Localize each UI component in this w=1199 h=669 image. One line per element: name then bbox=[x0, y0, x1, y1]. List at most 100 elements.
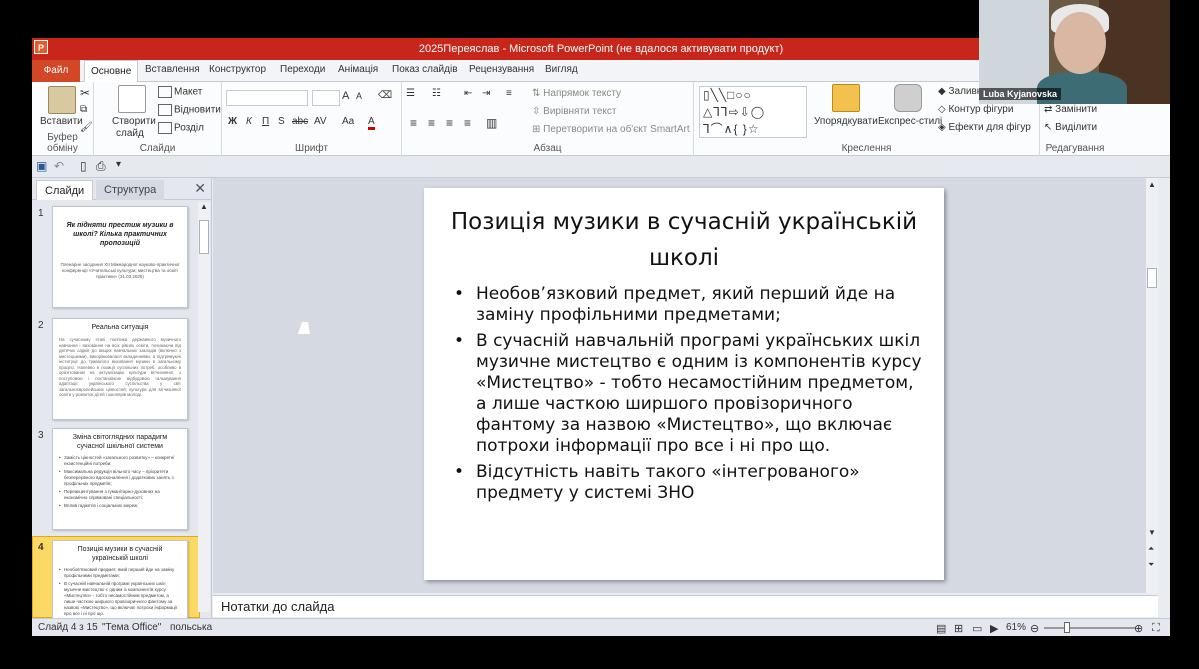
shape-effects-button[interactable]: ◈ Ефекти для фігур bbox=[938, 122, 1031, 133]
reading-view-icon[interactable]: ▭ bbox=[972, 622, 982, 635]
tab-slideshow[interactable]: Показ слайдів bbox=[392, 64, 458, 75]
clear-format-icon[interactable]: ⌫ bbox=[378, 90, 392, 101]
bullets-icon[interactable]: ☰ bbox=[406, 88, 415, 99]
previous-slide-icon[interactable]: ⏶ bbox=[1148, 544, 1154, 554]
zoom-level[interactable]: 61% bbox=[1006, 622, 1026, 633]
undo-icon[interactable]: ↶ bbox=[54, 159, 64, 173]
new-slide-button-line1[interactable]: Створити bbox=[112, 116, 156, 127]
tab-animations[interactable]: Анімація bbox=[338, 64, 378, 75]
thumbnail-bullet: Переакцентування з гуманітарно-духовних … bbox=[59, 489, 181, 501]
tab-transitions[interactable]: Переходи bbox=[280, 64, 325, 75]
thumbnail-bullets: Необов'язковий предмет, який перший йде … bbox=[59, 567, 181, 617]
save-icon[interactable]: ▣ bbox=[36, 159, 47, 173]
reset-button[interactable]: Відновити bbox=[158, 104, 221, 116]
quick-styles-button[interactable]: Експрес-стилі bbox=[878, 116, 942, 127]
shape-outline-button[interactable]: ◇ Контур фігури bbox=[938, 104, 1013, 115]
language-indicator[interactable]: польська bbox=[170, 622, 212, 633]
font-color-button[interactable]: A bbox=[368, 116, 375, 130]
align-center-icon[interactable]: ≡ bbox=[428, 116, 435, 130]
align-text-button[interactable]: ⇳ Вирівняти текст bbox=[532, 106, 617, 117]
copy-icon[interactable]: ⧉ bbox=[80, 104, 87, 115]
thumbnails-scrollbar[interactable]: ▲ bbox=[198, 202, 210, 612]
align-left-icon[interactable]: ≡ bbox=[410, 116, 417, 130]
decrease-indent-icon[interactable]: ⇤ bbox=[464, 88, 472, 99]
tab-insert[interactable]: Вставлення bbox=[145, 64, 200, 75]
char-spacing-button[interactable]: AV bbox=[314, 116, 327, 127]
fit-to-window-icon[interactable]: ⛶ bbox=[1152, 622, 1160, 635]
slide-body[interactable]: Необов’язковий предмет, який перший йде … bbox=[452, 284, 922, 509]
shrink-font-button[interactable]: A bbox=[356, 91, 362, 101]
slide-editor: Позиція музики в сучасній українській шк… bbox=[213, 178, 1158, 593]
tab-review[interactable]: Рецензування bbox=[469, 64, 534, 75]
align-right-icon[interactable]: ≡ bbox=[446, 116, 453, 130]
increase-indent-icon[interactable]: ⇥ bbox=[482, 88, 490, 99]
font-name-combo[interactable] bbox=[226, 90, 308, 106]
tab-file[interactable]: Файл bbox=[32, 60, 80, 82]
current-slide[interactable]: Позиція музики в сучасній українській шк… bbox=[424, 188, 944, 580]
paste-button[interactable]: Вставити bbox=[40, 116, 83, 127]
justify-icon[interactable]: ≡ bbox=[464, 116, 471, 130]
tab-design[interactable]: Конструктор bbox=[209, 64, 266, 75]
thumbnail-number: 4 bbox=[38, 542, 44, 553]
numbering-icon[interactable]: ☷ bbox=[432, 88, 441, 99]
slideshow-icon[interactable]: ▶ bbox=[990, 622, 998, 635]
text-direction-label: Напрямок тексту bbox=[543, 88, 622, 99]
change-case-button[interactable]: Aa bbox=[342, 116, 354, 127]
smartart-button[interactable]: ⊞ Перетворити на об'єкт SmartArt bbox=[532, 124, 690, 135]
thumbnail-bullet: Максимальна редукція вільного часу – прі… bbox=[59, 469, 181, 487]
participant-name: Luba Kyjanovska bbox=[979, 88, 1062, 100]
normal-view-icon[interactable]: ▤ bbox=[936, 622, 946, 635]
close-icon[interactable]: ✕ bbox=[194, 180, 206, 197]
zoom-in-icon[interactable]: ⊕ bbox=[1134, 622, 1143, 635]
new-slide-button-line2[interactable]: слайд bbox=[116, 128, 144, 139]
scroll-up-icon[interactable]: ▲ bbox=[1148, 180, 1156, 189]
strikethrough-button[interactable]: abc bbox=[292, 116, 308, 127]
slide-sorter-icon[interactable]: ⊞ bbox=[954, 622, 963, 635]
grow-font-button[interactable]: A bbox=[342, 90, 349, 102]
theme-name[interactable]: "Тема Office" bbox=[102, 622, 161, 633]
tab-outline[interactable]: Структура bbox=[96, 180, 165, 200]
quick-styles-icon[interactable] bbox=[894, 84, 922, 112]
group-slides: Створити слайд Макет Відновити Розділ Сл… bbox=[94, 82, 222, 156]
layout-button[interactable]: Макет bbox=[158, 86, 202, 98]
line-spacing-icon[interactable]: ≡ bbox=[506, 88, 512, 99]
arrange-icon[interactable] bbox=[832, 84, 860, 112]
customize-qat-icon[interactable]: ▾ bbox=[116, 159, 121, 170]
slide-title[interactable]: Позиція музики в сучасній українській шк… bbox=[444, 204, 924, 276]
powerpoint-window: P 2025Переяслав - Microsoft PowerPoint (… bbox=[32, 38, 1170, 636]
scrollbar-thumb[interactable] bbox=[1147, 268, 1157, 288]
replace-button[interactable]: ⇄ Замінити bbox=[1044, 104, 1097, 115]
print-preview-icon[interactable]: ⎙ bbox=[96, 159, 106, 174]
cut-icon[interactable]: ✂ bbox=[80, 86, 90, 100]
bold-button[interactable]: Ж bbox=[228, 116, 237, 127]
thumbnail-number: 2 bbox=[38, 320, 44, 331]
columns-icon[interactable]: ▥ bbox=[486, 116, 497, 130]
next-slide-icon[interactable]: ⏷ bbox=[1148, 560, 1154, 570]
scroll-down-icon[interactable]: ▼ bbox=[1148, 528, 1156, 537]
zoom-out-icon[interactable]: ⊖ bbox=[1030, 622, 1039, 635]
scrollbar-thumb[interactable] bbox=[199, 220, 209, 254]
font-size-combo[interactable] bbox=[312, 90, 340, 106]
pane-tabs: Слайди Структура ✕ bbox=[32, 178, 212, 200]
paste-icon[interactable] bbox=[48, 86, 76, 114]
tab-view[interactable]: Вигляд bbox=[545, 64, 578, 75]
shapes-gallery[interactable]: ▯╲╲□○○ △⅂⅂⇨⇩◯ ⅂⌒∧{ }☆ bbox=[699, 86, 807, 138]
select-button[interactable]: ↖ Виділити bbox=[1044, 122, 1097, 133]
group-clipboard: Вставити ✂ ⧉ 🖌 Буфер обміну bbox=[32, 82, 94, 156]
shadow-button[interactable]: S bbox=[278, 116, 285, 127]
notes-pane[interactable]: Нотатки до слайда bbox=[213, 595, 1158, 617]
underline-button[interactable]: П bbox=[262, 116, 269, 127]
zoom-slider-thumb[interactable] bbox=[1064, 622, 1070, 633]
editor-scrollbar[interactable]: ▲ ▼ ⏶ ⏷ bbox=[1146, 178, 1158, 593]
zoom-slider[interactable] bbox=[1044, 627, 1136, 629]
new-document-icon[interactable]: ▯ bbox=[80, 159, 87, 173]
italic-button[interactable]: К bbox=[246, 116, 252, 127]
new-slide-icon[interactable] bbox=[118, 85, 146, 113]
scroll-up-icon[interactable]: ▲ bbox=[200, 202, 208, 211]
arrange-button[interactable]: Упорядкувати bbox=[814, 116, 878, 127]
tab-slides[interactable]: Слайди bbox=[36, 180, 94, 200]
shapes-gallery-icon: ▯╲╲□○○ △⅂⅂⇨⇩◯ ⅂⌒∧{ }☆ bbox=[703, 88, 766, 136]
section-button[interactable]: Розділ bbox=[158, 122, 204, 134]
tab-home[interactable]: Основне bbox=[84, 60, 139, 83]
text-direction-button[interactable]: ⇅ Напрямок тексту bbox=[532, 88, 621, 99]
